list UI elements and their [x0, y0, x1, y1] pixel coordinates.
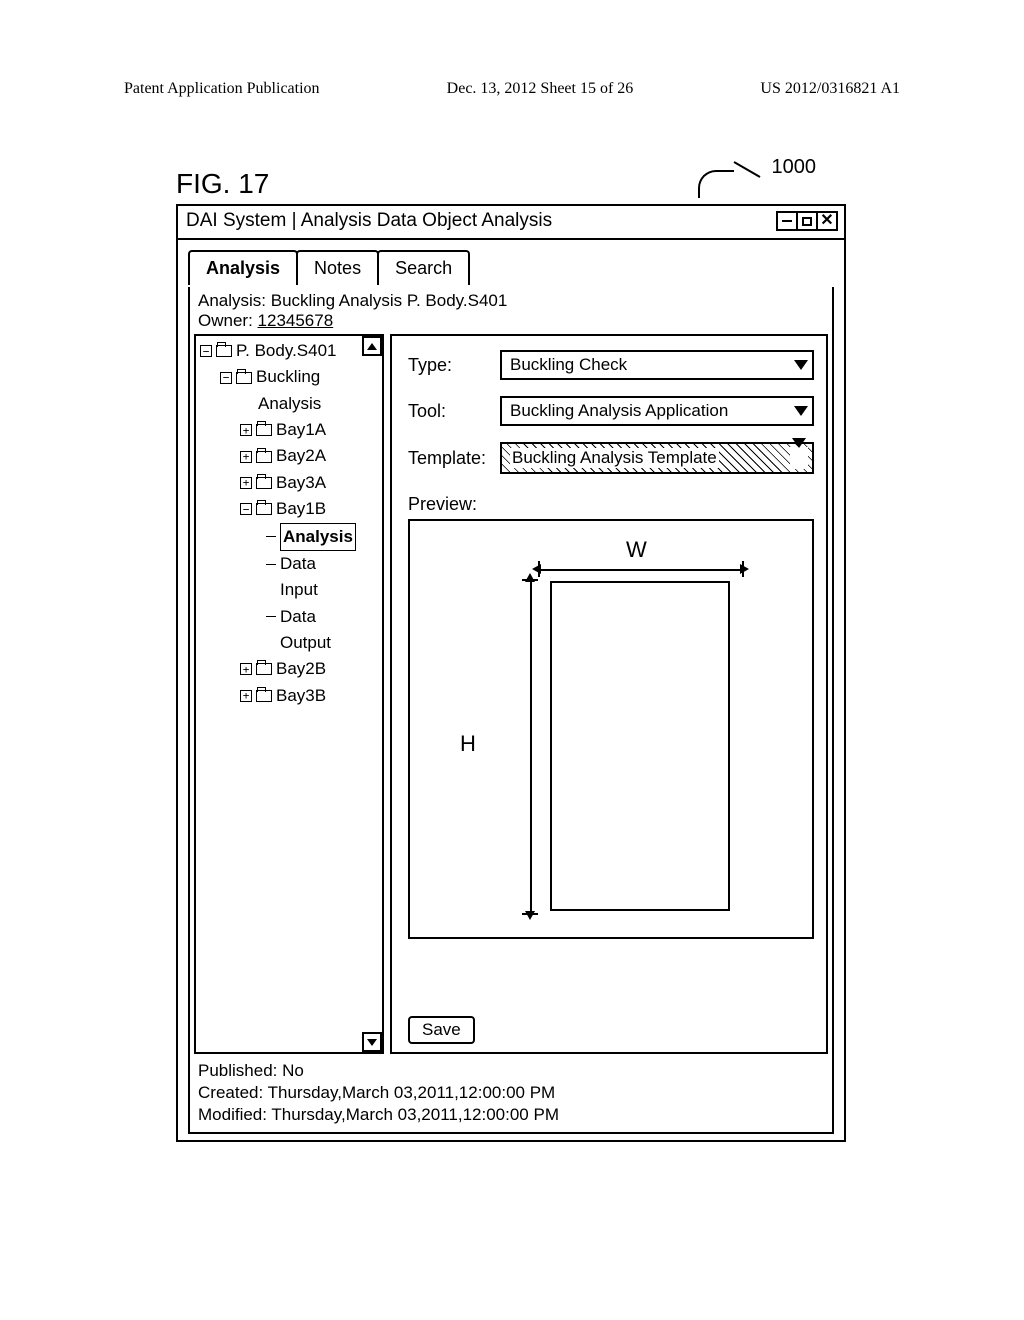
template-label: Template: [408, 448, 500, 469]
titlebar: DAI System | Analysis Data Object Analys… [178, 206, 844, 240]
analysis-label: Analysis: [198, 291, 266, 310]
chevron-down-icon [367, 1039, 377, 1046]
preview-h-label: H [460, 731, 476, 757]
type-select[interactable]: Buckling Check [500, 350, 814, 380]
header-left: Patent Application Publication [124, 80, 320, 98]
type-value: Buckling Check [510, 355, 627, 375]
preview-box: W H [408, 519, 814, 939]
type-label: Type: [408, 355, 500, 376]
save-button[interactable]: Save [408, 1016, 475, 1044]
callout-number: 1000 [772, 156, 817, 179]
folder-icon [256, 663, 272, 675]
folder-icon [256, 690, 272, 702]
folder-icon [256, 503, 272, 515]
maximize-button[interactable] [796, 211, 818, 231]
footer-meta: Published: No Created: Thursday,March 03… [190, 1056, 832, 1132]
tree-buckling-line2: Analysis [200, 391, 380, 417]
analysis-value: Buckling Analysis P. Body.S401 [271, 291, 508, 310]
tree-pane: −P. Body.S401 −Buckling Analysis +Bay1A … [194, 334, 384, 1054]
meta-block: Analysis: Buckling Analysis P. Body.S401… [190, 287, 832, 332]
chevron-up-icon [367, 343, 377, 350]
header-center: Dec. 13, 2012 Sheet 15 of 26 [447, 80, 634, 98]
preview-w-label: W [626, 537, 647, 563]
published-line: Published: No [198, 1060, 824, 1082]
chevron-down-icon [794, 406, 808, 416]
folder-icon [256, 477, 272, 489]
template-select[interactable]: Buckling Analysis Template [500, 442, 814, 474]
tab-search[interactable]: Search [377, 250, 470, 285]
close-button[interactable]: ✕ [816, 211, 838, 231]
preview-rect [550, 581, 730, 911]
tool-label: Tool: [408, 401, 500, 422]
window-title: DAI System | Analysis Data Object Analys… [186, 210, 552, 232]
created-line: Created: Thursday,March 03,2011,12:00:00… [198, 1082, 824, 1104]
folder-icon [256, 451, 272, 463]
tool-value: Buckling Analysis Application [510, 401, 728, 421]
tab-content: Analysis: Buckling Analysis P. Body.S401… [188, 287, 834, 1134]
tab-analysis[interactable]: Analysis [188, 250, 298, 285]
tree-data-input-2: Input [200, 577, 380, 603]
tree-bay3b[interactable]: +Bay3B [200, 683, 380, 709]
chevron-down-icon [794, 360, 808, 370]
callout: 1000 [646, 162, 846, 202]
minimize-button[interactable] [776, 211, 798, 231]
tree-data-output-1[interactable]: Data [200, 604, 380, 630]
page-header: Patent Application Publication Dec. 13, … [124, 80, 900, 98]
folder-icon [216, 345, 232, 357]
owner-value: 12345678 [258, 311, 334, 330]
tree-buckling[interactable]: −Buckling [200, 364, 380, 390]
scroll-up-button[interactable] [362, 336, 382, 356]
tree-bay1b[interactable]: −Bay1B [200, 496, 380, 522]
tree-bay1a[interactable]: +Bay1A [200, 417, 380, 443]
tree-bay2b[interactable]: +Bay2B [200, 656, 380, 682]
modified-line: Modified: Thursday,March 03,2011,12:00:0… [198, 1104, 824, 1126]
detail-pane: Type: Buckling Check Tool: Buckling Anal… [390, 334, 828, 1054]
tab-bar: Analysis Notes Search [188, 250, 834, 285]
tool-select[interactable]: Buckling Analysis Application [500, 396, 814, 426]
tree-data-output-2: Output [200, 630, 380, 656]
tree-bay2a[interactable]: +Bay2A [200, 443, 380, 469]
window-controls: ✕ [778, 211, 838, 231]
folder-icon [256, 424, 272, 436]
scroll-down-button[interactable] [362, 1032, 382, 1052]
tree-root[interactable]: −P. Body.S401 [200, 338, 380, 364]
preview-label: Preview: [408, 494, 814, 515]
tree-analysis-leaf[interactable]: Analysis [200, 523, 380, 551]
app-window: DAI System | Analysis Data Object Analys… [176, 204, 846, 1142]
tree-bay3a[interactable]: +Bay3A [200, 470, 380, 496]
header-right: US 2012/0316821 A1 [760, 80, 900, 98]
tab-notes[interactable]: Notes [296, 250, 379, 285]
chevron-down-icon [792, 438, 806, 467]
tree-data-input-1[interactable]: Data [200, 551, 380, 577]
owner-label: Owner: [198, 311, 253, 330]
folder-icon [236, 372, 252, 384]
template-value: Buckling Analysis Template [510, 448, 719, 468]
